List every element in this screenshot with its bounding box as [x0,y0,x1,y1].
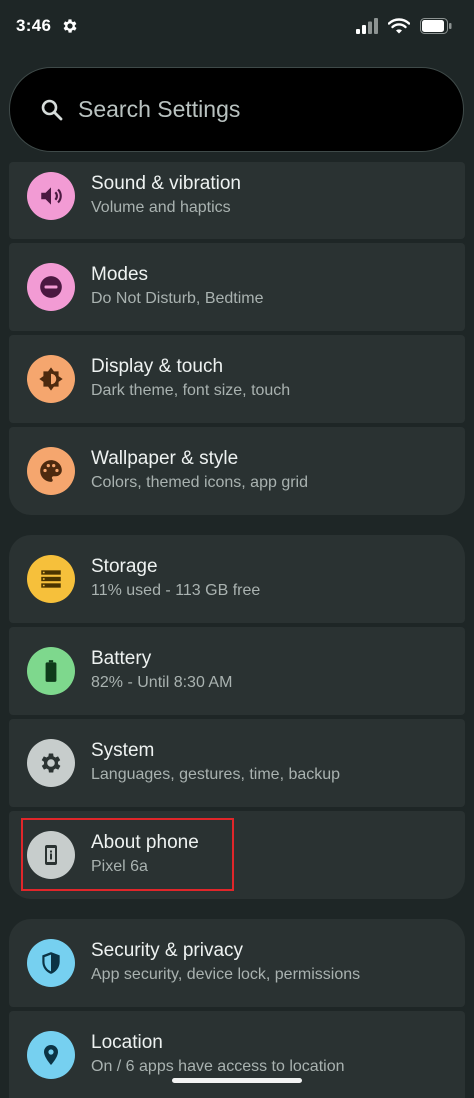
settings-item-text: Display & touch Dark theme, font size, t… [91,355,290,402]
settings-item-storage[interactable]: Storage 11% used - 113 GB free [9,535,465,623]
item-title: Storage [91,556,158,577]
settings-item-about-phone[interactable]: About phone Pixel 6a [9,811,465,899]
settings-item-text: Sound & vibration Volume and haptics [91,172,241,219]
item-subtitle: Languages, gestures, time, backup [91,766,341,783]
item-title: About phone [91,832,199,853]
settings-item-security-privacy[interactable]: Security & privacy App security, device … [9,919,465,1007]
brightness-icon [27,355,75,403]
settings-item-display-touch[interactable]: Display & touch Dark theme, font size, t… [9,335,465,423]
item-title: System [91,740,155,761]
home-indicator[interactable] [172,1078,302,1083]
gear-icon [27,739,75,787]
palette-icon [27,447,75,495]
item-title: Sound & vibration [91,173,241,194]
item-subtitle: On / 6 apps have access to location [91,1058,345,1075]
settings-item-wallpaper-style[interactable]: Wallpaper & style Colors, themed icons, … [9,427,465,515]
item-subtitle: Colors, themed icons, app grid [91,474,308,491]
shield-icon [27,939,75,987]
status-left: 3:46 [16,16,79,36]
status-right [356,18,452,34]
settings-item-text: System Languages, gestures, time, backup [91,739,340,786]
search-bar[interactable] [9,67,464,152]
phone-info-icon [27,831,75,879]
item-subtitle: 11% used - 113 GB free [91,582,261,599]
speaker-icon [27,172,75,220]
settings-item-sound-vibration[interactable]: Sound & vibration Volume and haptics [9,162,465,239]
wifi-icon [388,18,410,34]
settings-item-text: About phone Pixel 6a [91,831,199,878]
settings-item-text: Battery 82% - Until 8:30 AM [91,647,232,694]
settings-gear-icon [61,17,79,35]
do-not-disturb-icon [27,263,75,311]
status-time: 3:46 [16,16,52,35]
item-subtitle: 82% - Until 8:30 AM [91,674,233,691]
settings-item-text: Security & privacy App security, device … [91,939,360,986]
settings-item-text: Location On / 6 apps have access to loca… [91,1031,344,1078]
search-input[interactable] [78,96,438,123]
item-subtitle: Dark theme, font size, touch [91,382,291,399]
settings-item-system[interactable]: System Languages, gestures, time, backup [9,719,465,807]
settings-item-modes[interactable]: Modes Do Not Disturb, Bedtime [9,243,465,331]
item-title: Modes [91,264,149,285]
signal-icon [356,18,378,34]
settings-item-text: Wallpaper & style Colors, themed icons, … [91,447,308,494]
status-bar: 3:46 [0,0,474,52]
item-subtitle: Volume and haptics [91,199,231,216]
item-title: Wallpaper & style [91,448,239,469]
storage-icon [27,555,75,603]
location-pin-icon [27,1031,75,1079]
settings-item-location[interactable]: Location On / 6 apps have access to loca… [9,1011,465,1098]
item-title: Display & touch [91,356,224,377]
battery-full-icon [27,647,75,695]
settings-item-text: Storage 11% used - 113 GB free [91,555,260,602]
search-icon [40,98,64,122]
item-title: Location [91,1032,163,1053]
item-subtitle: App security, device lock, permissions [91,966,361,983]
item-title: Security & privacy [91,940,244,961]
item-subtitle: Do Not Disturb, Bedtime [91,290,264,307]
battery-icon [420,18,452,34]
settings-item-battery[interactable]: Battery 82% - Until 8:30 AM [9,627,465,715]
item-subtitle: Pixel 6a [91,858,148,875]
item-title: Battery [91,648,152,669]
settings-item-text: Modes Do Not Disturb, Bedtime [91,263,264,310]
